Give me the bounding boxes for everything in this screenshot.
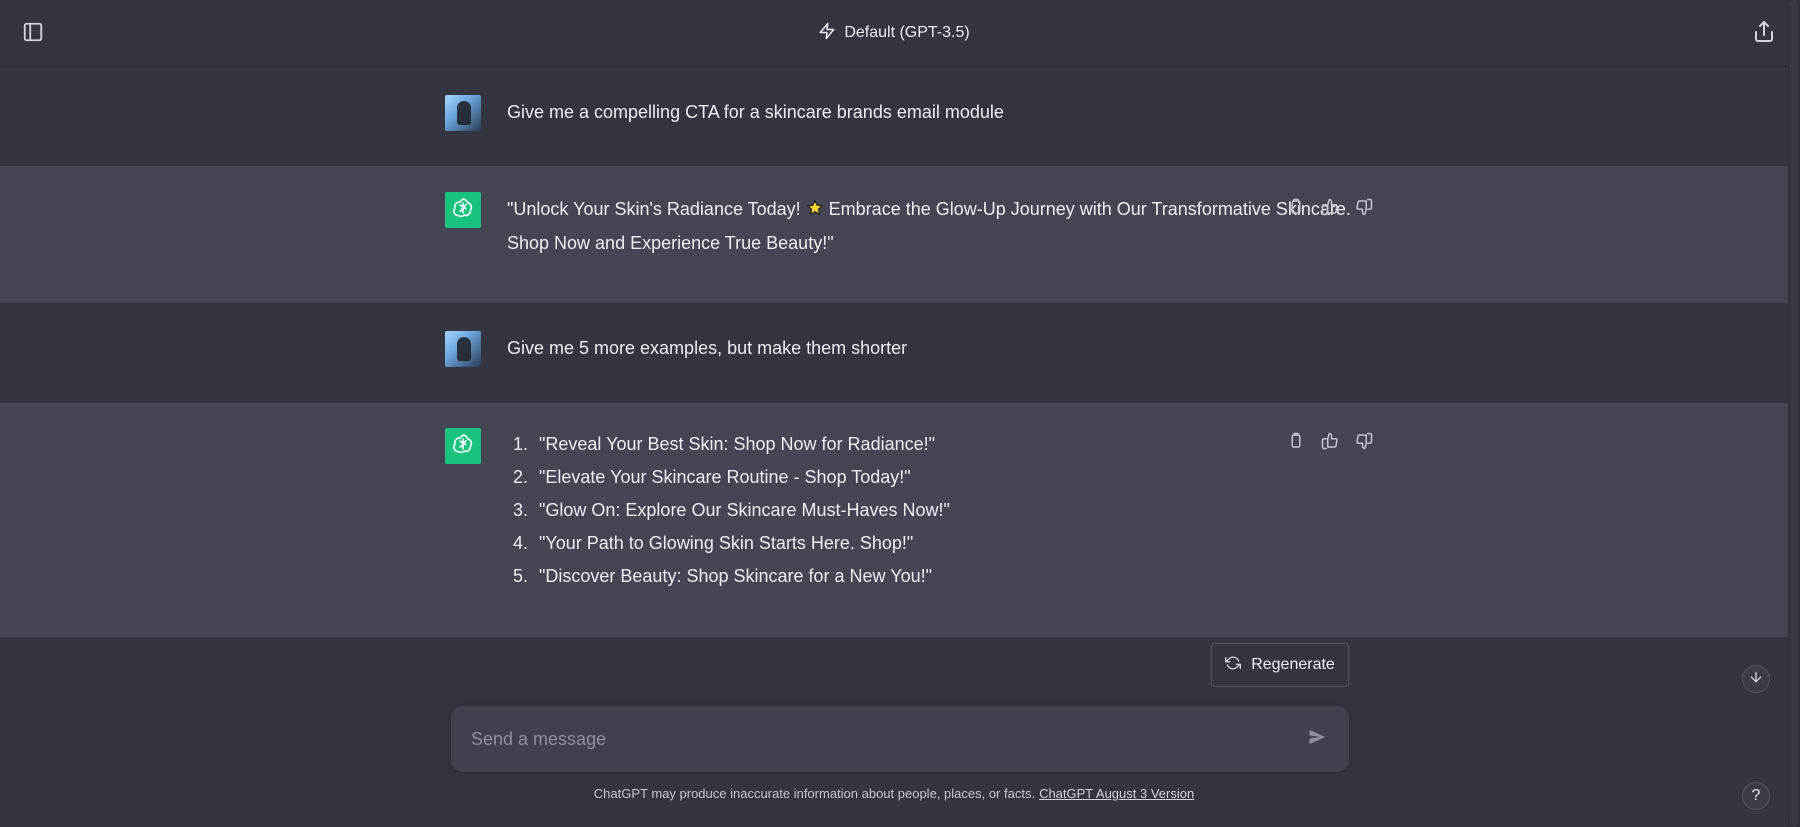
list-item: "Glow On: Explore Our Skincare Must-Have… xyxy=(533,494,950,527)
thumbs-down-icon[interactable] xyxy=(1354,431,1374,451)
user-avatar xyxy=(445,331,481,367)
thumbs-up-icon[interactable] xyxy=(1320,431,1340,451)
message-text: Give me a compelling CTA for a skincare … xyxy=(507,102,1004,122)
scrollbar-thumb[interactable] xyxy=(1790,0,1798,827)
message-text-part: "Unlock Your Skin's Radiance Today! xyxy=(507,199,806,219)
user-message: Give me a compelling CTA for a skincare … xyxy=(445,95,1365,131)
message-text: Give me 5 more examples, but make them s… xyxy=(507,338,908,358)
list-item: "Your Path to Glowing Skin Starts Here. … xyxy=(533,527,950,560)
vertical-scrollbar[interactable] xyxy=(1788,0,1800,827)
assistant-message: "Unlock Your Skin's Radiance Today! Embr… xyxy=(445,192,1365,260)
message-actions xyxy=(1286,197,1374,217)
list-item: "Elevate Your Skincare Routine - Shop To… xyxy=(533,461,950,494)
star-emoji-icon xyxy=(806,194,824,216)
version-link[interactable]: ChatGPT August 3 Version xyxy=(1039,786,1194,801)
list-item: "Discover Beauty: Shop Skincare for a Ne… xyxy=(533,560,950,593)
regenerate-button[interactable]: Regenerate xyxy=(1211,643,1349,687)
regenerate-label: Regenerate xyxy=(1251,656,1335,673)
sidebar-toggle-icon[interactable] xyxy=(22,21,44,43)
assistant-avatar xyxy=(445,428,481,464)
message-row-assistant: "Reveal Your Best Skin: Shop Now for Rad… xyxy=(0,403,1788,638)
top-bar: Default (GPT-3.5) xyxy=(0,0,1788,67)
thumbs-down-icon[interactable] xyxy=(1354,197,1374,217)
send-button[interactable] xyxy=(1302,724,1331,754)
user-avatar xyxy=(445,95,481,131)
share-icon[interactable] xyxy=(1752,20,1776,44)
model-label: Default (GPT-3.5) xyxy=(844,24,970,41)
arrow-down-icon xyxy=(1748,669,1764,690)
footer-disclaimer: ChatGPT may produce inaccurate informati… xyxy=(593,786,1036,801)
message-text: "Unlock Your Skin's Radiance Today! Embr… xyxy=(507,192,1365,260)
lightning-bolt-icon xyxy=(818,22,836,45)
message-row-user: Give me a compelling CTA for a skincare … xyxy=(0,67,1788,167)
footer: ChatGPT may produce inaccurate informati… xyxy=(0,786,1788,801)
list-item: "Reveal Your Best Skin: Shop Now for Rad… xyxy=(533,428,950,461)
assistant-message: "Reveal Your Best Skin: Shop Now for Rad… xyxy=(445,428,1365,593)
help-button[interactable]: ? xyxy=(1742,782,1770,810)
message-row-assistant: "Unlock Your Skin's Radiance Today! Embr… xyxy=(0,166,1788,304)
openai-logo-icon xyxy=(451,196,475,225)
openai-logo-icon xyxy=(451,432,475,461)
chatgpt-app: Default (GPT-3.5) Give me a compelling C… xyxy=(0,0,1800,827)
thumbs-up-icon[interactable] xyxy=(1320,197,1340,217)
conversation: Give me a compelling CTA for a skincare … xyxy=(0,67,1788,638)
message-input[interactable] xyxy=(469,727,1303,751)
message-actions xyxy=(1286,431,1374,451)
help-label: ? xyxy=(1751,787,1761,804)
send-icon xyxy=(1307,727,1327,752)
message-text: "Reveal Your Best Skin: Shop Now for Rad… xyxy=(507,428,950,593)
scroll-to-bottom-button[interactable] xyxy=(1742,665,1770,693)
clipboard-icon[interactable] xyxy=(1286,431,1306,451)
message-row-user: Give me 5 more examples, but make them s… xyxy=(0,303,1788,404)
user-message: Give me 5 more examples, but make them s… xyxy=(445,331,1365,367)
clipboard-icon[interactable] xyxy=(1286,197,1306,217)
refresh-icon xyxy=(1225,655,1242,676)
model-title[interactable]: Default (GPT-3.5) xyxy=(818,22,970,45)
message-composer xyxy=(451,706,1349,772)
assistant-avatar xyxy=(445,192,481,228)
examples-list: "Reveal Your Best Skin: Shop Now for Rad… xyxy=(507,428,950,593)
